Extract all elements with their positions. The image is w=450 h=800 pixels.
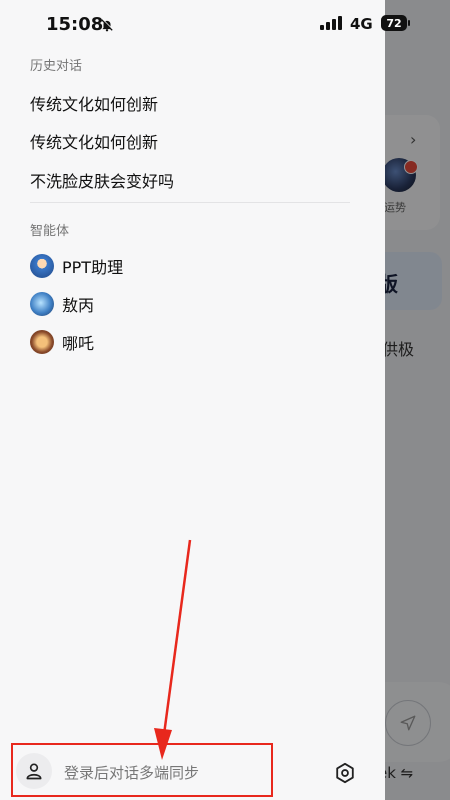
annotation-arrow-icon bbox=[154, 539, 192, 760]
